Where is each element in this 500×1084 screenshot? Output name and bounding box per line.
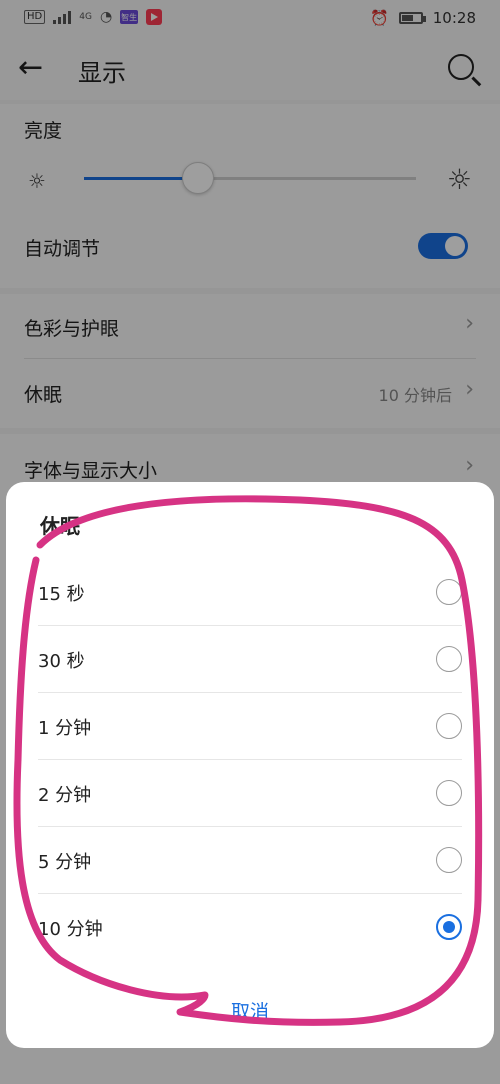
- radio-button[interactable]: [436, 847, 462, 873]
- divider: [38, 893, 462, 894]
- radio-button-selected[interactable]: [436, 914, 462, 940]
- radio-button[interactable]: [436, 780, 462, 806]
- radio-button[interactable]: [436, 579, 462, 605]
- divider: [38, 759, 462, 760]
- cancel-button[interactable]: 取消: [6, 997, 494, 1024]
- sleep-option-10min[interactable]: 10 分钟: [38, 895, 462, 961]
- option-label: 30 秒: [38, 651, 85, 672]
- dialog-title: 休眠: [40, 514, 80, 538]
- option-label: 15 秒: [38, 584, 85, 605]
- radio-button[interactable]: [436, 713, 462, 739]
- divider: [38, 625, 462, 626]
- divider: [38, 692, 462, 693]
- radio-button[interactable]: [436, 646, 462, 672]
- sleep-option-2min[interactable]: 2 分钟: [38, 761, 462, 827]
- option-label: 10 分钟: [38, 919, 103, 940]
- sleep-option-1min[interactable]: 1 分钟: [38, 694, 462, 760]
- option-label: 2 分钟: [38, 785, 92, 806]
- sleep-option-30s[interactable]: 30 秒: [38, 627, 462, 693]
- sleep-option-15s[interactable]: 15 秒: [38, 560, 462, 626]
- sleep-option-5min[interactable]: 5 分钟: [38, 828, 462, 894]
- sleep-dialog: 休眠 15 秒 30 秒 1 分钟 2 分钟 5 分钟 10 分钟 取消: [6, 482, 494, 1048]
- divider: [38, 826, 462, 827]
- option-label: 1 分钟: [38, 718, 92, 739]
- option-label: 5 分钟: [38, 852, 92, 873]
